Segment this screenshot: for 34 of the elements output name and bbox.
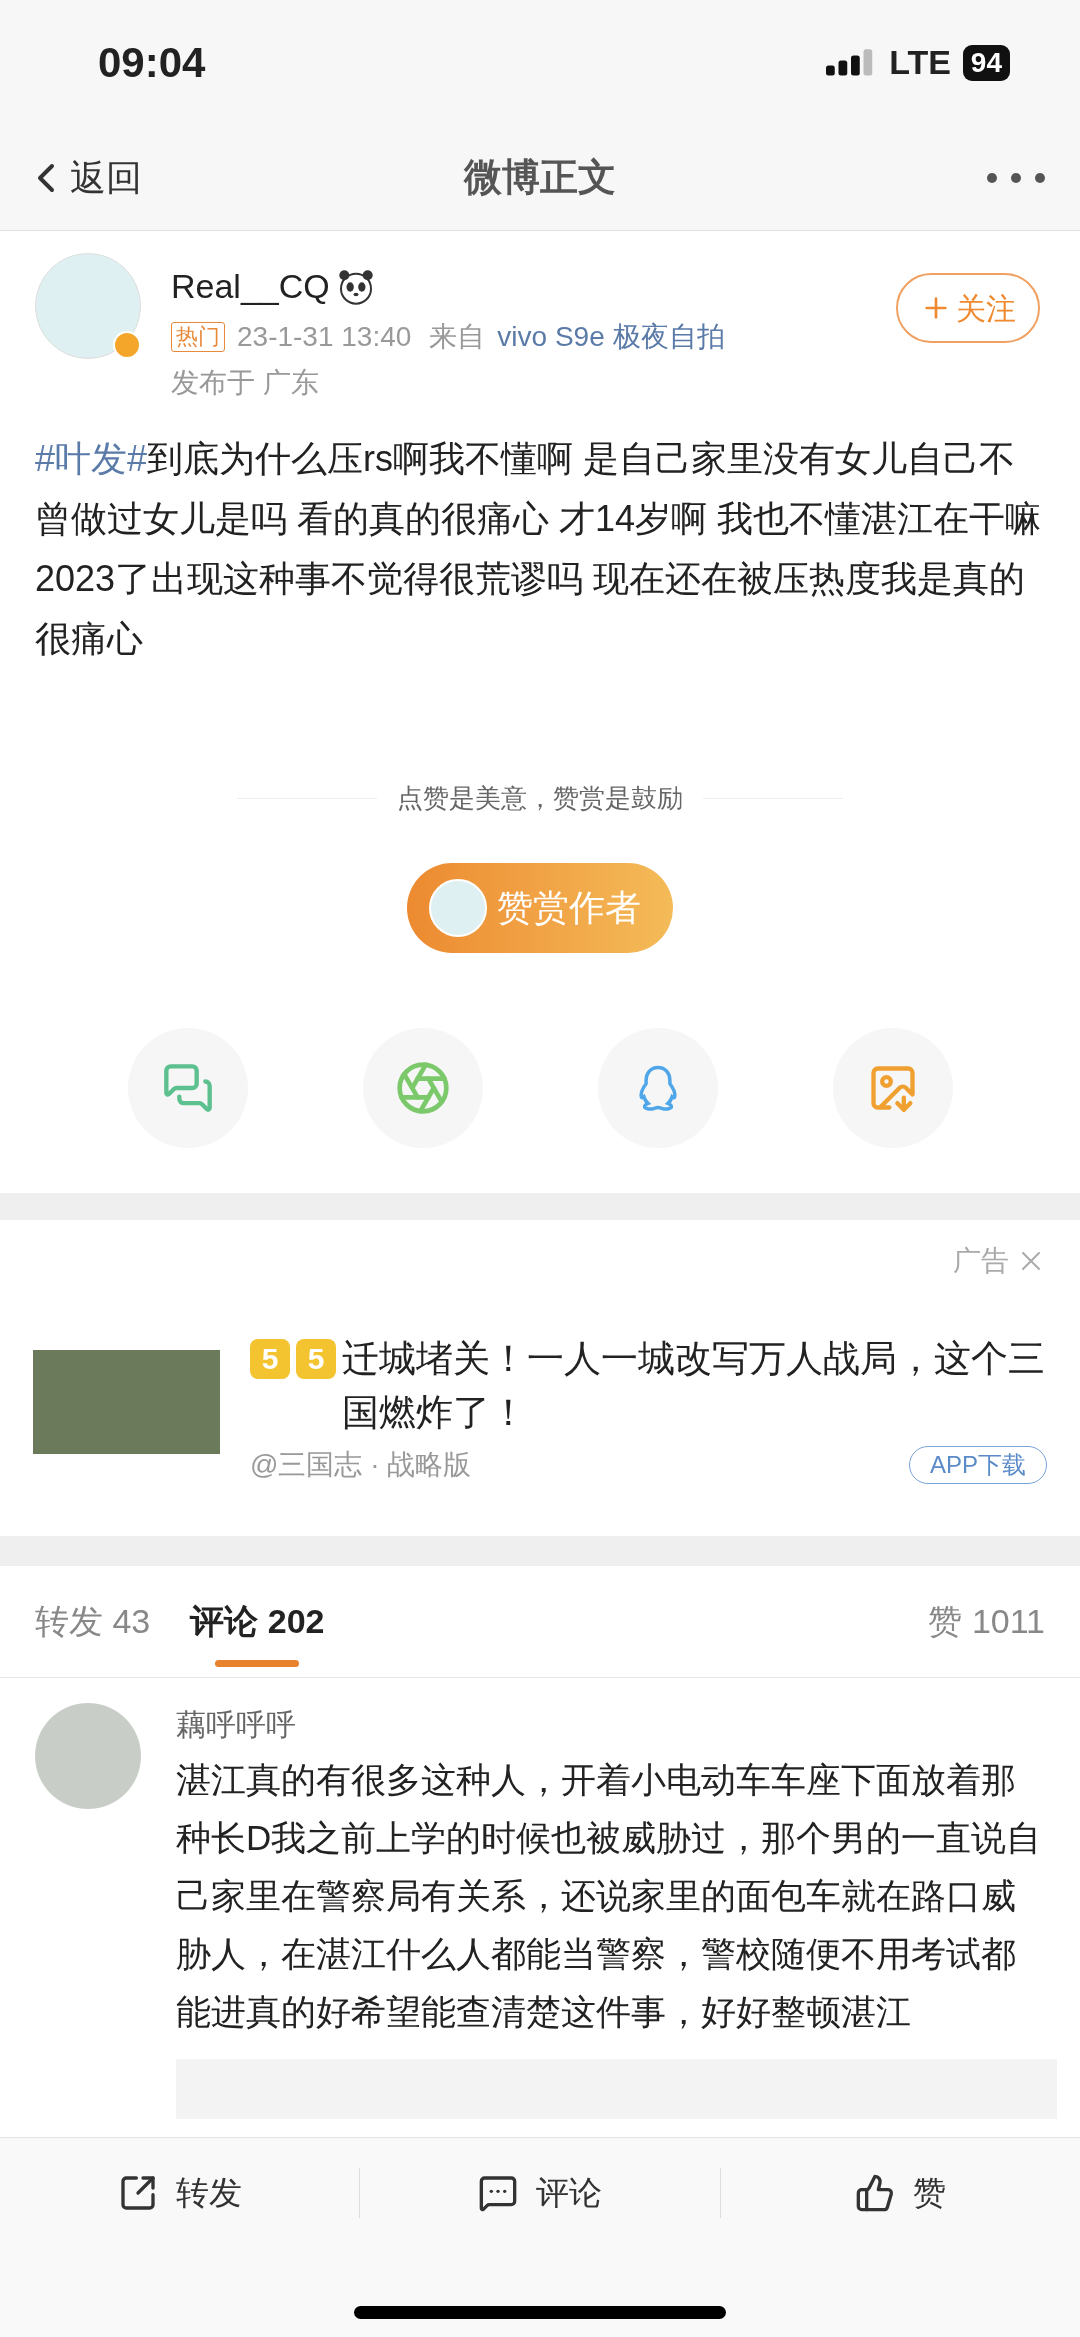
clock-time: 09:04 <box>98 38 206 88</box>
tab[interactable]: 评论 202 <box>190 1566 325 1677</box>
reward-tagline: 点赞是美意，赞赏是鼓励 <box>397 782 683 815</box>
post-text: #叶发#到底为什么压rs啊我不懂啊 是自己家里没有女儿自己不曾做过女儿是吗 看的真的很痛心 才14岁啊 我也不懂湛江在干嘛 2023了出现这种事不觉得很荒谬吗 现在还在被压热度我是真的很痛心 <box>34 437 1043 661</box>
source-prefix: 来自 <box>429 320 486 354</box>
page-title: 微博正文 <box>464 155 616 200</box>
back-button[interactable]: 返回 <box>22 150 142 205</box>
number-emoji-icon: 5 <box>296 1339 336 1379</box>
network-type: LTE <box>889 42 951 83</box>
author-name[interactable]: Real__CQ <box>171 261 330 312</box>
hashtag-link[interactable]: #叶发# <box>35 438 148 479</box>
number-emoji-icon: 5 <box>250 1339 290 1379</box>
ad-label: 广告 <box>953 1244 1009 1278</box>
bottom-action-button[interactable]: 转发 <box>0 2168 360 2218</box>
verified-badge-icon <box>113 331 141 359</box>
post-time: 23-1-31 13:40 <box>237 320 412 354</box>
bottom-action-button[interactable]: 赞 <box>720 2168 1080 2218</box>
aperture-icon <box>394 1060 451 1116</box>
author-avatar <box>429 879 487 937</box>
thumbs-up-icon <box>854 2173 895 2213</box>
commenter-name[interactable]: 藕呼呼呼 <box>176 1703 1045 1747</box>
post-location: 发布于 广东 <box>171 366 320 400</box>
comment-text: 湛江真的有很多这种人，开着小电动车车座下面放着那种长D我之前上学的时候也被威胁过，那个男的一直说自己家里在警察局有关系，还说家里的面包车就在路口威胁人，在湛江什么人都能当警察，警校随便不用考试都能进真的好希望能查清楚这件事，好好整顿湛江 <box>176 1759 1043 2033</box>
hot-tag: 热门 <box>171 322 225 352</box>
ad-source: @三国志 · 战略版 <box>250 1448 472 1482</box>
source-link[interactable]: vivo S9e 极夜自拍 <box>497 316 725 358</box>
like-count[interactable]: 赞 1011 <box>928 1596 1045 1647</box>
tab[interactable]: 转发 43 <box>35 1566 151 1677</box>
battery-level: 94 <box>962 44 1010 81</box>
more-icon[interactable] <box>986 171 1046 184</box>
bottom-action-button[interactable]: 评论 <box>360 2168 720 2218</box>
chat-bubbles-icon <box>161 1062 214 1114</box>
ad-title[interactable]: 迁城堵关！一人一城改写万人战局，这个三国燃炸了！ <box>342 1332 1047 1440</box>
comment-icon <box>478 2173 518 2213</box>
